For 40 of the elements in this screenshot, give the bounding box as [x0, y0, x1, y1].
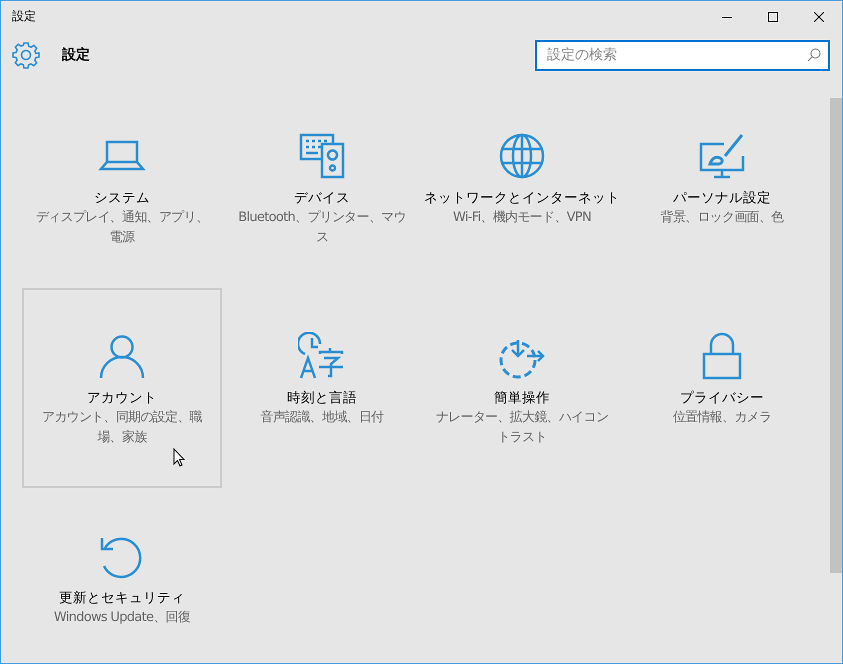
- maximize-icon: [768, 12, 778, 22]
- tile-description: Windows Update、回復: [52, 609, 192, 627]
- tile-description: Bluetooth、プリンター、マウス: [237, 209, 407, 247]
- tile-title: デバイス: [294, 189, 350, 208]
- scrollbar-thumb[interactable]: [830, 98, 842, 573]
- tile-description: 位置情報、カメラ: [672, 409, 772, 427]
- tile-title: パーソナル設定: [673, 189, 771, 208]
- settings-tile[interactable]: システム ディスプレイ、通知、アプリ、電源: [22, 88, 222, 288]
- tile-title: 時刻と言語: [287, 389, 357, 408]
- window-title: 設定: [12, 8, 37, 25]
- settings-tile[interactable]: 簡単操作 ナレーター、拡大鏡、ハイコントラスト: [422, 288, 622, 488]
- tile-title: アカウント: [87, 389, 157, 408]
- search-field[interactable]: 設定の検索: [535, 40, 830, 70]
- tile-title: システム: [94, 189, 150, 208]
- settings-tile[interactable]: パーソナル設定 背景、ロック画面、色: [622, 88, 822, 288]
- mouse-cursor-icon: [173, 448, 185, 467]
- tile-title: 簡単操作: [494, 389, 550, 408]
- tile-description: 音声認識、地域、日付: [259, 409, 384, 427]
- settings-tile[interactable]: アカウント アカウント、同期の設定、職場、家族: [22, 288, 222, 488]
- tile-title: プライバシー: [680, 389, 764, 408]
- clock-letter-icon: [298, 332, 346, 380]
- tile-description: ディスプレイ、通知、アプリ、電源: [34, 209, 210, 247]
- settings-tile[interactable]: デバイス Bluetooth、プリンター、マウス: [222, 88, 422, 288]
- settings-tile[interactable]: プライバシー 位置情報、カメラ: [622, 288, 822, 488]
- settings-tile[interactable]: ネットワークとインターネット Wi-Fi、機内モード、VPN: [422, 88, 622, 288]
- tile-title: ネットワークとインターネット: [424, 189, 620, 208]
- settings-tile[interactable]: 時刻と言語 音声認識、地域、日付: [222, 288, 422, 488]
- tile-description: Wi-Fi、機内モード、VPN: [452, 209, 592, 227]
- tile-description: 背景、ロック画面、色: [659, 209, 785, 227]
- tile-description: ナレーター、拡大鏡、ハイコントラスト: [434, 409, 610, 447]
- settings-icon: [12, 41, 40, 69]
- close-icon: [814, 12, 824, 22]
- tile-description: アカウント、同期の設定、職場、家族: [41, 409, 203, 447]
- search-icon[interactable]: [807, 48, 821, 62]
- keyboard-speaker-icon: [298, 132, 346, 180]
- tile-title: 更新とセキュリティ: [59, 589, 185, 608]
- globe-icon: [498, 132, 546, 180]
- monitor-brush-icon: [698, 132, 746, 180]
- page-title: 設定: [62, 46, 91, 64]
- settings-tile[interactable]: 更新とセキュリティ Windows Update、回復: [22, 488, 222, 663]
